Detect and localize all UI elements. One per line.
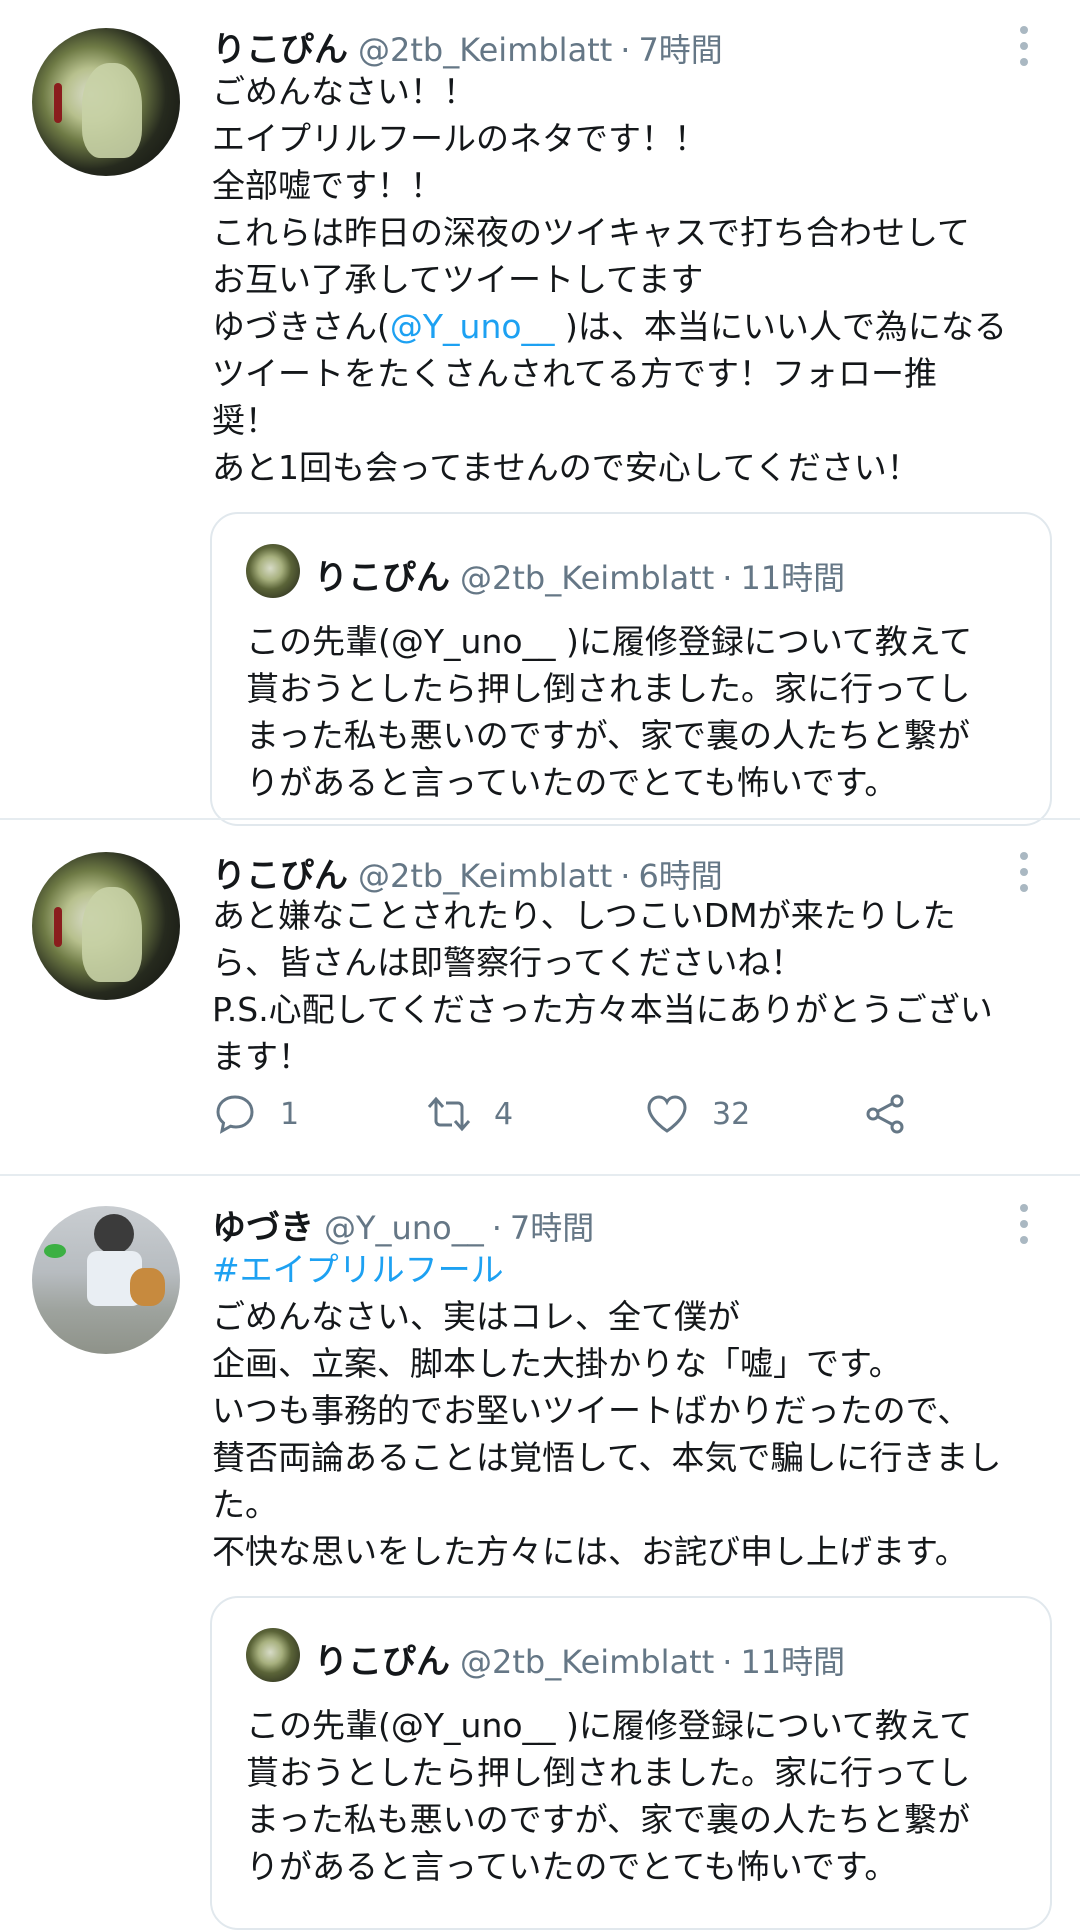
share-icon	[866, 1094, 904, 1134]
timestamp[interactable]: 7時間	[638, 25, 722, 71]
timestamp[interactable]: 7時間	[510, 1203, 594, 1249]
more-icon[interactable]	[1012, 1204, 1036, 1244]
quoted-text: この先輩(@Y_uno__ )に履修登録について教えて 貰おうとしたら押し倒され…	[246, 1706, 973, 1886]
more-icon[interactable]	[1012, 26, 1036, 66]
tweet-header: ゆづき @Y_uno__ · 7時間	[212, 1200, 594, 1248]
quoted-header: りこぴん @2tb_Keimblatt · 11時間	[314, 550, 845, 599]
avatar[interactable]	[32, 852, 180, 1000]
tweet-header: りこぴん @2tb_Keimblatt · 7時間	[212, 22, 723, 70]
quoted-avatar	[246, 544, 300, 598]
author-name[interactable]: りこぴん	[212, 22, 348, 71]
quoted-timestamp: 11時間	[740, 1643, 846, 1681]
quoted-tweet[interactable]: りこぴん @2tb_Keimblatt · 11時間 この先輩(@Y_uno__…	[210, 512, 1052, 826]
timestamp[interactable]: 6時間	[638, 851, 722, 897]
separator-dot: ·	[620, 857, 631, 895]
author-name[interactable]: ゆづき	[212, 1200, 314, 1249]
more-icon[interactable]	[1012, 852, 1036, 892]
retweet-count: 4	[494, 1096, 514, 1132]
mention-link[interactable]: @Y_uno__	[390, 307, 555, 346]
avatar[interactable]	[32, 1206, 180, 1354]
hashtag-link[interactable]: #エイプリルフール	[212, 1250, 504, 1289]
tweet-1[interactable]: りこぴん @2tb_Keimblatt · 7時間 ごめんなさい！！ エイプリル…	[0, 0, 1080, 826]
quoted-author-handle: @2tb_Keimblatt	[460, 559, 715, 597]
quoted-avatar	[246, 1628, 300, 1682]
tweet-text: #エイプリルフール ごめんなさい、実はコレ、全て僕が 企画、立案、脚本した大掛か…	[212, 1250, 1002, 1571]
tweet-2[interactable]: りこぴん @2tb_Keimblatt · 6時間 あと嫌なことされたり、しつこ…	[0, 820, 1080, 1174]
quoted-text: この先輩(@Y_uno__ )に履修登録について教えて 貰おうとしたら押し倒され…	[246, 622, 973, 802]
author-handle[interactable]: @2tb_Keimblatt	[358, 857, 612, 895]
author-name[interactable]: りこぴん	[212, 848, 348, 897]
tweet-text: あと嫌なことされたり、しつこいDMが来たりした ら、皆さんは即警察行ってください…	[212, 896, 993, 1076]
retweet-button[interactable]: 4	[426, 1086, 513, 1142]
tweet-actions: 1 4 32	[212, 1086, 1032, 1142]
quoted-timestamp: 11時間	[740, 559, 846, 597]
quoted-author-name: りこぴん	[314, 1642, 450, 1682]
avatar[interactable]	[32, 28, 180, 176]
quoted-tweet[interactable]: りこぴん @2tb_Keimblatt · 11時間 この先輩(@Y_uno__…	[210, 1596, 1052, 1930]
author-handle[interactable]: @2tb_Keimblatt	[358, 31, 612, 69]
separator-dot: ·	[722, 1643, 733, 1681]
reply-button[interactable]: 1	[212, 1086, 299, 1142]
author-handle[interactable]: @Y_uno__	[324, 1209, 484, 1247]
quoted-author-handle: @2tb_Keimblatt	[460, 1643, 715, 1681]
reply-count: 1	[280, 1096, 300, 1132]
like-count: 32	[712, 1096, 751, 1132]
tweet-header: りこぴん @2tb_Keimblatt · 6時間	[212, 848, 723, 896]
quoted-header: りこぴん @2tb_Keimblatt · 11時間	[314, 1634, 845, 1683]
separator-dot: ·	[722, 559, 733, 597]
like-button[interactable]: 32	[644, 1086, 750, 1142]
separator-dot: ·	[491, 1209, 502, 1247]
tweet-text: ごめんなさい！！ エイプリルフールのネタです！！ 全部嘘です！！ これらは昨日の…	[212, 72, 1007, 487]
retweet-icon	[427, 1096, 471, 1132]
reply-icon	[216, 1095, 254, 1134]
share-button[interactable]	[862, 1086, 908, 1142]
tweet-3[interactable]: ゆづき @Y_uno__ · 7時間 #エイプリルフール ごめんなさい、実はコレ…	[0, 1176, 1080, 1930]
like-icon	[647, 1095, 687, 1133]
separator-dot: ·	[620, 31, 631, 69]
quoted-author-name: りこぴん	[314, 558, 450, 598]
